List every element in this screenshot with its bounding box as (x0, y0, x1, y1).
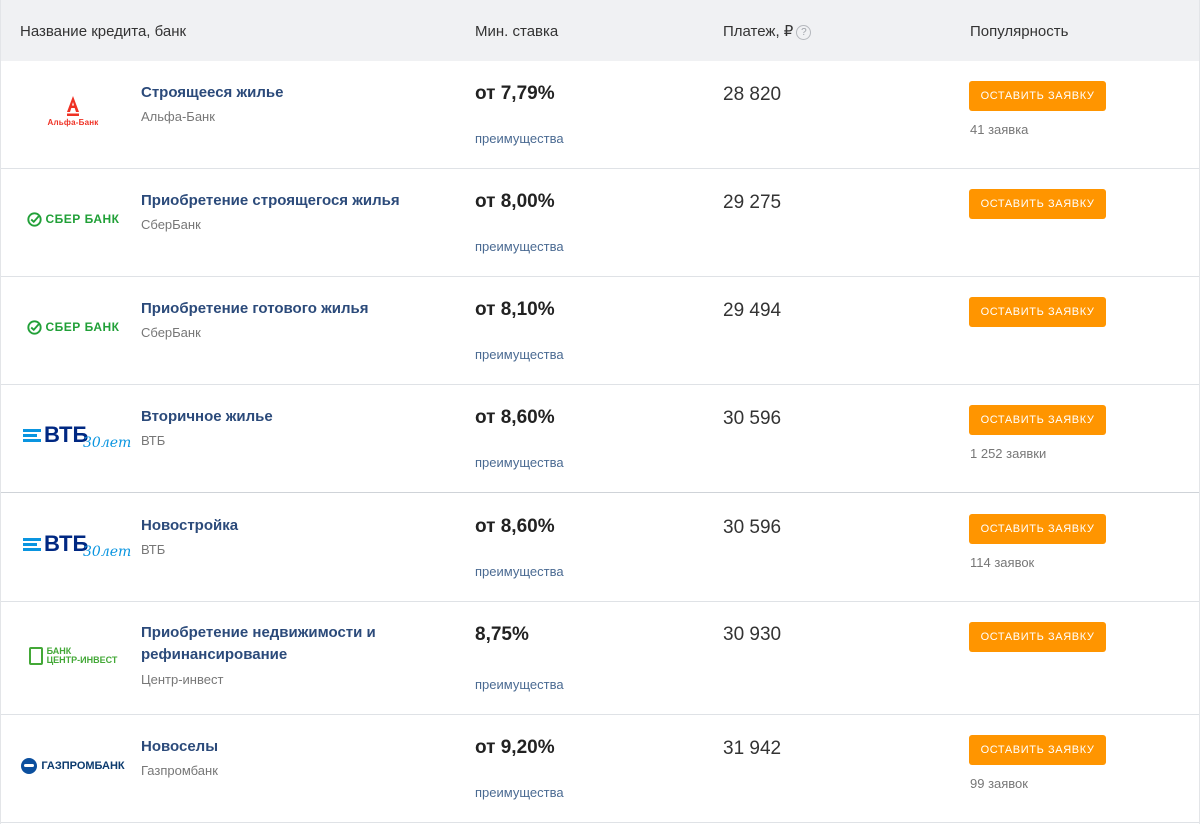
column-header-payment[interactable]: Платеж, ₽? (723, 22, 812, 42)
apply-button[interactable]: ОСТАВИТЬ ЗАЯВКУ (969, 514, 1106, 544)
monthly-payment: 30 930 (723, 624, 782, 645)
table-row: СБЕР БАНК Приобретение готового жилья Сб… (1, 277, 1199, 385)
table-row: ВТБ 30лет Вторичное жилье ВТБ от 8,60% п… (1, 385, 1199, 493)
apply-button[interactable]: ОСТАВИТЬ ЗАЯВКУ (969, 735, 1106, 765)
applications-count: 41 заявка (970, 122, 1029, 137)
vtb-stripes-icon (23, 536, 41, 553)
table-row: БАНК ЦЕНТР-ИНВЕСТ Приобретение недвижимо… (1, 602, 1199, 715)
logo-caption: ВТБ (44, 422, 89, 447)
advantages-link[interactable]: преимущества (475, 676, 564, 694)
advantages-link[interactable]: преимущества (475, 130, 564, 148)
table-header: Название кредита, банк Мин. ставка Плате… (1, 0, 1199, 61)
sber-check-icon (26, 211, 42, 227)
logo-caption-anniversary: 30лет (83, 544, 132, 560)
advantages-link[interactable]: преимущества (475, 454, 564, 472)
column-header-rate[interactable]: Мин. ставка (475, 22, 558, 42)
bank-name: Центр-инвест (141, 672, 224, 687)
bank-name: Альфа-Банк (141, 109, 215, 124)
centr-invest-emblem-icon (28, 647, 43, 665)
bank-name: ВТБ (141, 433, 166, 448)
loan-title-link[interactable]: Приобретение недвижимости и рефинансиров… (141, 622, 401, 666)
logo-caption-2: ЦЕНТР-ИНВЕСТ (46, 655, 118, 665)
column-header-popularity[interactable]: Популярность (970, 22, 1068, 42)
apply-button[interactable]: ОСТАВИТЬ ЗАЯВКУ (969, 622, 1106, 652)
loan-title-link[interactable]: Новоселы (141, 736, 401, 758)
apply-button[interactable]: ОСТАВИТЬ ЗАЯВКУ (969, 189, 1106, 219)
advantages-link[interactable]: преимущества (475, 238, 564, 256)
applications-count: 1 252 заявки (970, 446, 1047, 461)
apply-button[interactable]: ОСТАВИТЬ ЗАЯВКУ (969, 405, 1106, 435)
min-rate: от 8,60% (475, 407, 555, 428)
logo-caption: СБЕР БАНК (45, 212, 120, 226)
apply-button[interactable]: ОСТАВИТЬ ЗАЯВКУ (969, 81, 1106, 111)
min-rate: от 8,60% (475, 516, 555, 537)
min-rate: 8,75% (475, 624, 529, 645)
vtb-logo[interactable]: ВТБ 30лет (21, 524, 131, 564)
vtb-logo[interactable]: ВТБ 30лет (21, 415, 131, 455)
table-row: ГАЗПРОМБАНК Новоселы Газпромбанк от 9,20… (1, 715, 1199, 823)
alfa-a-icon (67, 95, 79, 116)
monthly-payment: 31 942 (723, 738, 782, 759)
loan-title-link[interactable]: Приобретение готового жилья (141, 298, 401, 320)
monthly-payment: 29 275 (723, 192, 782, 213)
loan-title-link[interactable]: Строящееся жилье (141, 82, 401, 104)
min-rate: от 8,10% (475, 299, 555, 320)
centr-invest-logo[interactable]: БАНК ЦЕНТР-ИНВЕСТ (21, 636, 125, 676)
logo-caption: СБЕР БАНК (45, 320, 120, 334)
applications-count: 99 заявок (970, 776, 1028, 791)
min-rate: от 9,20% (475, 737, 555, 758)
loan-title-link[interactable]: Приобретение строящегося жилья (141, 190, 401, 212)
loan-offers-table: Название кредита, банк Мин. ставка Плате… (0, 0, 1200, 824)
monthly-payment: 30 596 (723, 408, 782, 429)
advantages-link[interactable]: преимущества (475, 784, 564, 802)
vtb-stripes-icon (23, 427, 41, 444)
advantages-link[interactable]: преимущества (475, 563, 564, 581)
alfa-bank-logo[interactable]: Альфа-Банк (21, 91, 125, 131)
bank-name: ВТБ (141, 542, 166, 557)
sberbank-logo[interactable]: СБЕР БАНК (21, 307, 125, 347)
table-row: Альфа-Банк Строящееся жилье Альфа-Банк о… (1, 61, 1199, 169)
bank-name: СберБанк (141, 325, 201, 340)
applications-count: 114 заявок (970, 555, 1035, 570)
bank-name: Газпромбанк (141, 763, 218, 778)
apply-button[interactable]: ОСТАВИТЬ ЗАЯВКУ (969, 297, 1106, 327)
monthly-payment: 30 596 (723, 517, 782, 538)
logo-caption: Альфа-Банк (47, 117, 99, 127)
sber-check-icon (26, 319, 42, 335)
logo-caption: ВТБ (44, 531, 89, 556)
column-header-payment-label: Платеж, ₽ (723, 23, 794, 40)
column-header-name[interactable]: Название кредита, банк (20, 22, 186, 42)
loan-title-link[interactable]: Новостройка (141, 515, 401, 537)
logo-caption: ГАЗПРОМБАНК (41, 760, 125, 772)
loan-title-link[interactable]: Вторичное жилье (141, 406, 401, 428)
gazprombank-logo[interactable]: ГАЗПРОМБАНК (21, 746, 125, 786)
help-icon[interactable]: ? (796, 25, 812, 40)
logo-caption-anniversary: 30лет (83, 435, 132, 451)
gazprombank-globe-icon (21, 758, 38, 774)
sberbank-logo[interactable]: СБЕР БАНК (21, 199, 125, 239)
monthly-payment: 29 494 (723, 300, 782, 321)
min-rate: от 8,00% (475, 191, 555, 212)
monthly-payment: 28 820 (723, 84, 782, 105)
min-rate: от 7,79% (475, 83, 555, 104)
table-row: СБЕР БАНК Приобретение строящегося жилья… (1, 169, 1199, 277)
table-row: ВТБ 30лет Новостройка ВТБ от 8,60% преим… (1, 492, 1199, 602)
bank-name: СберБанк (141, 217, 201, 232)
advantages-link[interactable]: преимущества (475, 346, 564, 364)
